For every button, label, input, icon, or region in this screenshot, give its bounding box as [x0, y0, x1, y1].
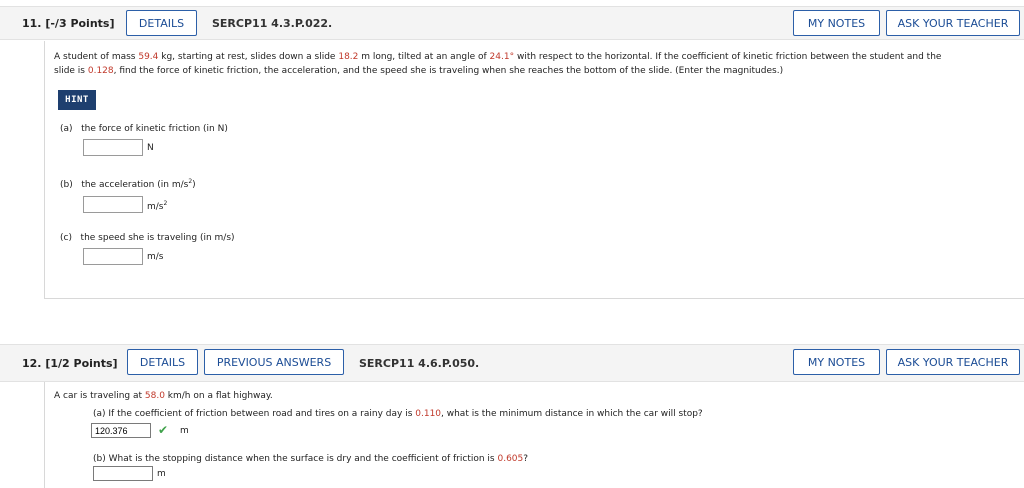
text: kg, starting at rest, slides down a slid…: [158, 52, 339, 62]
text: m long, tilted at an angle of: [358, 52, 490, 62]
text: m/s: [147, 202, 164, 212]
q11-part-c-unit: m/s: [147, 252, 164, 262]
coef-value: 0.128: [87, 66, 114, 76]
text: (a) If the coefficient of friction betwe…: [93, 409, 416, 419]
q11-part-c-label: (c) the speed she is traveling (in m/s): [60, 233, 235, 243]
text: km/h on a flat highway.: [164, 391, 273, 401]
q11-my-notes-button[interactable]: MY NOTES: [793, 10, 880, 36]
q12-my-notes-button[interactable]: MY NOTES: [793, 349, 880, 375]
q11-part-a-unit: N: [147, 143, 154, 153]
q12-part-b-input[interactable]: [93, 466, 153, 481]
q12-number: 12.: [22, 357, 42, 370]
speed-value: 58.0: [144, 391, 165, 401]
q11-title: 11. [-/3 Points]: [22, 17, 115, 30]
q11-body: [44, 41, 1024, 299]
q12-part-b-unit: m: [157, 469, 166, 479]
q12-part-a-unit: m: [180, 426, 189, 436]
q12-previous-answers-button[interactable]: PREVIOUS ANSWERS: [204, 349, 344, 375]
q12-title: 12. [1/2 Points]: [22, 357, 118, 370]
angle-value: 24.1°: [489, 52, 515, 62]
q11-part-a-input[interactable]: [83, 139, 143, 156]
text: A student of mass: [54, 52, 139, 62]
rainy-coef-value: 0.110: [415, 409, 442, 419]
q12-points: [1/2 Points]: [45, 357, 118, 370]
q11-part-b-unit: m/s2: [147, 200, 167, 212]
q12-part-a-text: (a) If the coefficient of friction betwe…: [93, 407, 703, 421]
text: (b) What is the stopping distance when t…: [93, 454, 498, 464]
text: ): [192, 180, 196, 190]
q12-part-a-input[interactable]: [91, 423, 151, 438]
text: A car is traveling at: [54, 391, 145, 401]
q11-ask-teacher-button[interactable]: ASK YOUR TEACHER: [886, 10, 1020, 36]
superscript: 2: [163, 200, 168, 207]
text: with respect to the horizontal. If the c…: [514, 52, 942, 62]
q12-ask-teacher-button[interactable]: ASK YOUR TEACHER: [886, 349, 1020, 375]
text: , find the force of kinetic friction, th…: [113, 66, 784, 76]
q11-points: [-/3 Points]: [45, 17, 115, 30]
q12-details-button[interactable]: DETAILS: [127, 349, 198, 375]
q11-part-b-label: (b) the acceleration (in m/s2): [60, 178, 196, 190]
q11-part-a-label: (a) the force of kinetic friction (in N): [60, 124, 228, 134]
mass-value: 59.4: [138, 52, 159, 62]
q11-details-button[interactable]: DETAILS: [126, 10, 197, 36]
q11-code: SERCP11 4.3.P.022.: [212, 17, 333, 30]
q11-part-c-input[interactable]: [83, 248, 143, 265]
q12-intro: A car is traveling at 58.0 km/h on a fla…: [54, 389, 273, 403]
text: slide is: [54, 66, 88, 76]
text: (b) the acceleration (in m/s: [60, 180, 189, 190]
correct-check-icon: ✔: [158, 423, 169, 437]
q11-problem-text: A student of mass 59.4 kg, starting at r…: [54, 50, 1014, 78]
q11-part-b-input[interactable]: [83, 196, 143, 213]
text: , what is the minimum distance in which …: [441, 409, 703, 419]
q11-number: 11.: [22, 17, 42, 30]
q12-code: SERCP11 4.6.P.050.: [359, 357, 480, 370]
hint-button[interactable]: HINT: [58, 90, 96, 110]
text: ?: [523, 454, 529, 464]
length-value: 18.2: [338, 52, 359, 62]
dry-coef-value: 0.605: [497, 454, 524, 464]
q12-part-b-text: (b) What is the stopping distance when t…: [93, 452, 528, 466]
